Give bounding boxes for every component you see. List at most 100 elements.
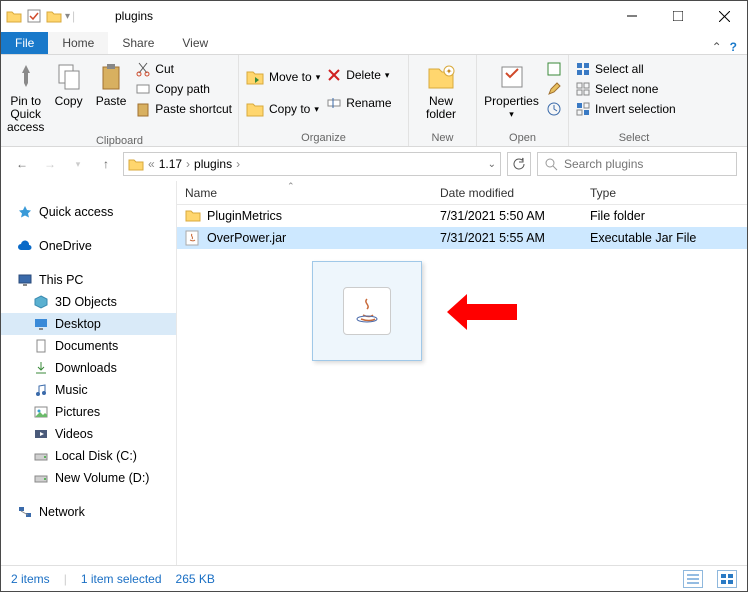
tab-file[interactable]: File: [1, 32, 48, 54]
move-to-button[interactable]: Move to▾: [245, 67, 320, 87]
file-row[interactable]: OverPower.jar 7/31/2021 5:55 AM Executab…: [177, 227, 747, 249]
group-label-new: New: [409, 132, 476, 146]
tab-share[interactable]: Share: [108, 32, 168, 54]
nav-item-icon: [33, 426, 49, 442]
nav-item-icon: [33, 294, 49, 310]
svg-text:✦: ✦: [446, 67, 453, 76]
maximize-button[interactable]: [655, 1, 701, 31]
qat-dropdown-icon[interactable]: ▾: [65, 11, 70, 22]
refresh-button[interactable]: [507, 152, 531, 176]
forward-button[interactable]: →: [39, 153, 61, 175]
status-size: 265 KB: [176, 572, 215, 586]
nav-item[interactable]: 3D Objects: [1, 291, 176, 313]
star-icon: [17, 204, 33, 220]
ribbon-tabs: File Home Share View ⌃ ?: [1, 31, 747, 55]
copy-path-button[interactable]: Copy path: [135, 81, 232, 97]
chevron-down-icon: ▾: [316, 72, 321, 83]
nav-item[interactable]: Downloads: [1, 357, 176, 379]
recent-dropdown[interactable]: ▾: [67, 153, 89, 175]
network-icon: [17, 504, 33, 520]
nav-network[interactable]: Network: [1, 501, 176, 523]
nav-item-icon: [33, 404, 49, 420]
tab-home[interactable]: Home: [48, 32, 108, 54]
nav-item[interactable]: Documents: [1, 335, 176, 357]
chevron-down-icon: ▾: [509, 110, 514, 120]
copy-button[interactable]: Copy: [50, 59, 86, 108]
nav-this-pc[interactable]: This PC: [1, 269, 176, 291]
status-item-count: 2 items: [11, 572, 50, 586]
group-label-organize: Organize: [239, 132, 408, 146]
select-none-button[interactable]: Select none: [575, 81, 676, 97]
copy-to-button[interactable]: Copy to▾: [245, 99, 320, 119]
paste-button[interactable]: Paste: [93, 59, 129, 108]
file-list: ⌃ Name Date modified Type PluginMetrics …: [177, 181, 747, 565]
thumbnails-view-button[interactable]: [717, 570, 737, 588]
nav-item-icon: [33, 382, 49, 398]
address-bar[interactable]: « 1.17 › plugins › ⌄: [123, 152, 501, 176]
folder-small-icon: [45, 7, 63, 25]
nav-item-icon: [33, 316, 49, 332]
nav-item[interactable]: Local Disk (C:): [1, 445, 176, 467]
nav-item-icon: [33, 360, 49, 376]
edit-button[interactable]: [546, 81, 562, 97]
rename-button[interactable]: Rename: [326, 95, 391, 111]
column-date[interactable]: Date modified: [432, 186, 582, 200]
cloud-icon: [17, 238, 33, 254]
up-button[interactable]: ↑: [95, 153, 117, 175]
close-button[interactable]: [701, 1, 747, 31]
chevron-up-icon[interactable]: ⌃: [712, 40, 722, 54]
column-headers: ⌃ Name Date modified Type: [177, 181, 747, 205]
nav-onedrive[interactable]: OneDrive: [1, 235, 176, 257]
nav-item-icon: [33, 338, 49, 354]
nav-item[interactable]: New Volume (D:): [1, 467, 176, 489]
properties-button[interactable]: Properties ▾: [483, 59, 540, 120]
titlebar: ▾ | plugins: [1, 1, 747, 31]
select-all-button[interactable]: Select all: [575, 61, 676, 77]
invert-selection-button[interactable]: Invert selection: [575, 101, 676, 117]
tab-view[interactable]: View: [168, 32, 222, 54]
nav-quick-access[interactable]: Quick access: [1, 201, 176, 223]
red-arrow-annotation: [447, 294, 517, 330]
pc-icon: [17, 272, 33, 288]
search-input[interactable]: [564, 157, 730, 171]
address-row: ← → ▾ ↑ « 1.17 › plugins › ⌄: [1, 147, 747, 181]
back-button[interactable]: ←: [11, 153, 33, 175]
search-icon: [544, 157, 558, 171]
navigation-pane: Quick access OneDrive This PC 3D Objects…: [1, 181, 177, 565]
breadcrumb-current[interactable]: plugins: [194, 157, 232, 171]
chevron-down-icon[interactable]: ⌄: [488, 159, 496, 170]
details-view-button[interactable]: [683, 570, 703, 588]
group-label-select: Select: [569, 132, 699, 146]
folder-icon: [5, 7, 23, 25]
nav-item[interactable]: Videos: [1, 423, 176, 445]
column-name[interactable]: Name: [177, 186, 432, 200]
minimize-button[interactable]: [609, 1, 655, 31]
group-label-open: Open: [477, 132, 568, 146]
window-controls: [609, 1, 747, 31]
open-button[interactable]: [546, 61, 562, 77]
column-type[interactable]: Type: [582, 186, 747, 200]
checkbox-icon[interactable]: [25, 7, 43, 25]
delete-button[interactable]: Delete▾: [326, 67, 391, 83]
breadcrumb-parent[interactable]: 1.17: [159, 157, 182, 171]
new-folder-button[interactable]: ✦ New folder: [415, 59, 467, 121]
nav-item[interactable]: Pictures: [1, 401, 176, 423]
nav-item-icon: [33, 448, 49, 464]
window-title: plugins: [111, 9, 609, 23]
search-box[interactable]: [537, 152, 737, 176]
nav-item[interactable]: Music: [1, 379, 176, 401]
quick-access-toolbar: ▾ |: [1, 7, 111, 25]
paste-shortcut-button[interactable]: Paste shortcut: [135, 101, 232, 117]
help-icon[interactable]: ?: [730, 40, 737, 54]
folder-icon: [185, 208, 201, 224]
pin-to-quick-access-button[interactable]: Pin to Quick access: [7, 59, 44, 135]
status-bar: 2 items | 1 item selected 265 KB: [1, 565, 747, 591]
file-row[interactable]: PluginMetrics 7/31/2021 5:50 AM File fol…: [177, 205, 747, 227]
ribbon: Pin to Quick access Copy Paste Cut Copy …: [1, 55, 747, 147]
history-button[interactable]: [546, 101, 562, 117]
chevron-down-icon: ▾: [314, 104, 319, 115]
cut-button[interactable]: Cut: [135, 61, 232, 77]
nav-item[interactable]: Desktop: [1, 313, 176, 335]
group-label-clipboard: Clipboard: [1, 135, 238, 149]
jar-icon: [185, 230, 201, 246]
